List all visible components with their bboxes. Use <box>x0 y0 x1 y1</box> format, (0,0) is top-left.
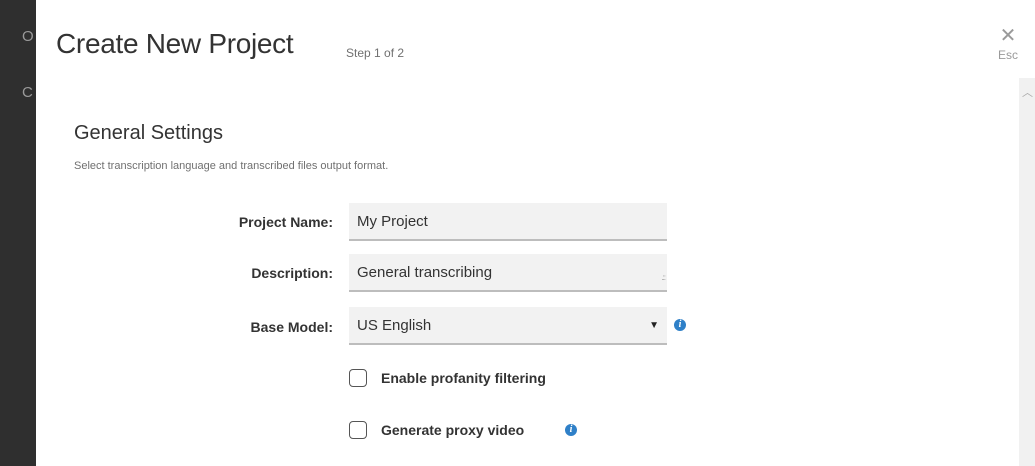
background-letter: O <box>22 28 34 45</box>
project-name-input[interactable]: My Project <box>349 203 667 241</box>
description-label: Description: <box>251 265 333 281</box>
info-icon[interactable]: i <box>674 319 686 331</box>
description-textarea[interactable]: General transcribing .:: <box>349 254 667 292</box>
base-model-select[interactable]: US English ▼ <box>349 307 667 345</box>
proxy-video-checkbox[interactable] <box>349 421 367 439</box>
project-name-label: Project Name: <box>238 214 333 230</box>
scroll-up-arrow-icon[interactable]: ︿ <box>1022 84 1033 100</box>
background-app-strip: O C <box>0 0 36 466</box>
profanity-filter-label[interactable]: Enable profanity filtering <box>381 370 546 386</box>
step-indicator: Step 1 of 2 <box>346 46 405 60</box>
info-icon[interactable]: i <box>565 424 577 436</box>
proxy-video-label[interactable]: Generate proxy video <box>381 422 524 438</box>
description-value: General transcribing <box>357 264 493 281</box>
close-icon: ✕ <box>999 25 1017 47</box>
resize-grip-icon[interactable]: .:: <box>661 268 666 288</box>
section-title: General Settings <box>74 122 223 144</box>
section-description: Select transcription language and transc… <box>74 160 389 172</box>
base-model-selected: US English <box>357 317 432 334</box>
close-esc-label: Esc <box>997 48 1018 62</box>
profanity-filter-checkbox[interactable] <box>349 369 367 387</box>
dialog-title: Create New Project <box>56 28 294 59</box>
dropdown-arrow-icon: ▼ <box>649 320 659 331</box>
base-model-label: Base Model: <box>250 319 333 335</box>
create-project-dialog: Create New Project Step 1 of 2 ✕ Esc ︿ G… <box>36 0 1035 466</box>
close-button[interactable]: ✕ Esc <box>991 26 1025 62</box>
scrollbar[interactable]: ︿ <box>1019 78 1035 466</box>
background-letter: C <box>22 84 33 101</box>
